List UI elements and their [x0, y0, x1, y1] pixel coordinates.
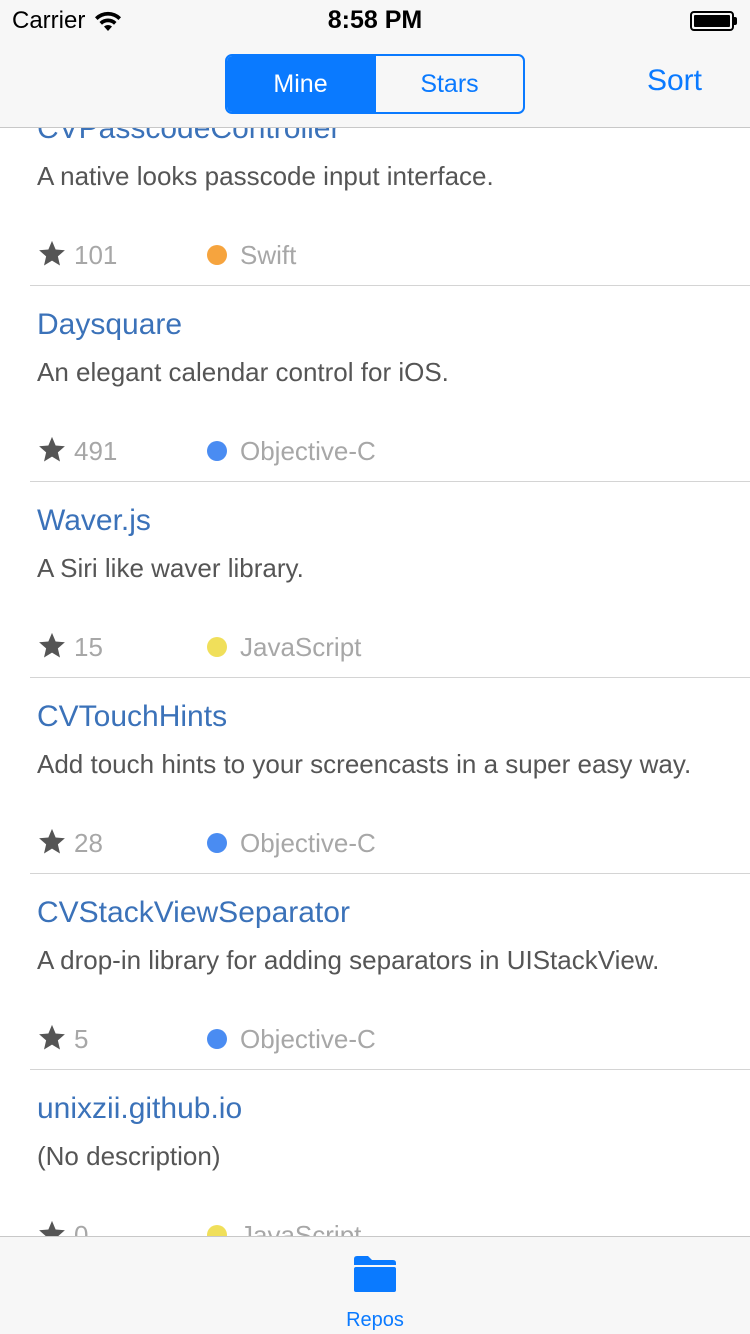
- star-count: 5: [74, 1024, 89, 1054]
- repo-description: A Siri like waver library.: [37, 553, 304, 583]
- language-color-dot: [207, 1029, 227, 1049]
- repo-meta: 15 JavaScript: [37, 630, 737, 664]
- repo-meta: 5 Objective-C: [37, 1022, 737, 1056]
- language-label: Swift: [240, 240, 297, 270]
- segment-mine[interactable]: Mine: [227, 56, 374, 112]
- repo-list[interactable]: CVPasscodeController A native looks passc…: [0, 0, 750, 1334]
- language-color-dot: [207, 245, 227, 265]
- star-count: 28: [74, 828, 103, 858]
- language-color-dot: [207, 833, 227, 853]
- status-bar: Carrier 8:58 PM: [0, 0, 750, 40]
- repo-name: CVStackViewSeparator: [37, 896, 350, 929]
- star-icon: [39, 632, 65, 658]
- repo-row[interactable]: CVTouchHints Add touch hints to your scre…: [0, 678, 750, 874]
- star-icon: [39, 240, 65, 266]
- language-color-dot: [207, 637, 227, 657]
- language-label: JavaScript: [240, 632, 362, 662]
- navigation-bar: Carrier 8:58 PM Mine Stars Sort: [0, 0, 750, 128]
- repo-row[interactable]: Daysquare An elegant calendar control for…: [0, 286, 750, 482]
- star-icon: [39, 436, 65, 462]
- repo-name: Waver.js: [37, 504, 151, 537]
- repo-row[interactable]: Waver.js A Siri like waver library. 15 Java…: [0, 482, 750, 678]
- star-icon: [39, 828, 65, 854]
- tab-repos[interactable]: Repos: [325, 1237, 425, 1334]
- repo-description: Add touch hints to your screencasts in a…: [37, 749, 692, 779]
- mine-stars-segmented-control[interactable]: Mine Stars: [225, 54, 525, 114]
- repo-meta: 491 Objective-C: [37, 434, 737, 468]
- star-count: 101: [74, 240, 118, 270]
- clock: 8:58 PM: [327, 6, 423, 34]
- repo-name: CVTouchHints: [37, 700, 228, 733]
- repo-meta: 101 Swift: [37, 238, 737, 272]
- repo-description: A drop-in library for adding separators …: [37, 945, 660, 975]
- language-label: Objective-C: [240, 828, 376, 858]
- repo-description: (No description): [37, 1141, 221, 1171]
- folder-icon: [354, 1256, 396, 1292]
- repo-name: unixzii.github.io: [37, 1092, 243, 1125]
- star-icon: [39, 1024, 65, 1050]
- repo-name: Daysquare: [37, 308, 183, 341]
- segment-stars[interactable]: Stars: [374, 56, 523, 112]
- battery-icon: [690, 11, 738, 31]
- star-count: 491: [74, 436, 118, 466]
- tab-repos-label: Repos: [346, 1309, 404, 1331]
- sort-button[interactable]: Sort: [647, 64, 702, 98]
- repo-meta: 28 Objective-C: [37, 826, 737, 860]
- repo-description: An elegant calendar control for iOS.: [37, 357, 449, 387]
- language-label: Objective-C: [240, 436, 376, 466]
- repo-row[interactable]: CVStackViewSeparator A drop-in library fo…: [0, 874, 750, 1070]
- language-label: Objective-C: [240, 1024, 376, 1054]
- tab-bar: Repos: [0, 1236, 750, 1334]
- repo-description: A native looks passcode input interface.: [37, 161, 494, 191]
- language-color-dot: [207, 441, 227, 461]
- star-count: 15: [74, 632, 103, 662]
